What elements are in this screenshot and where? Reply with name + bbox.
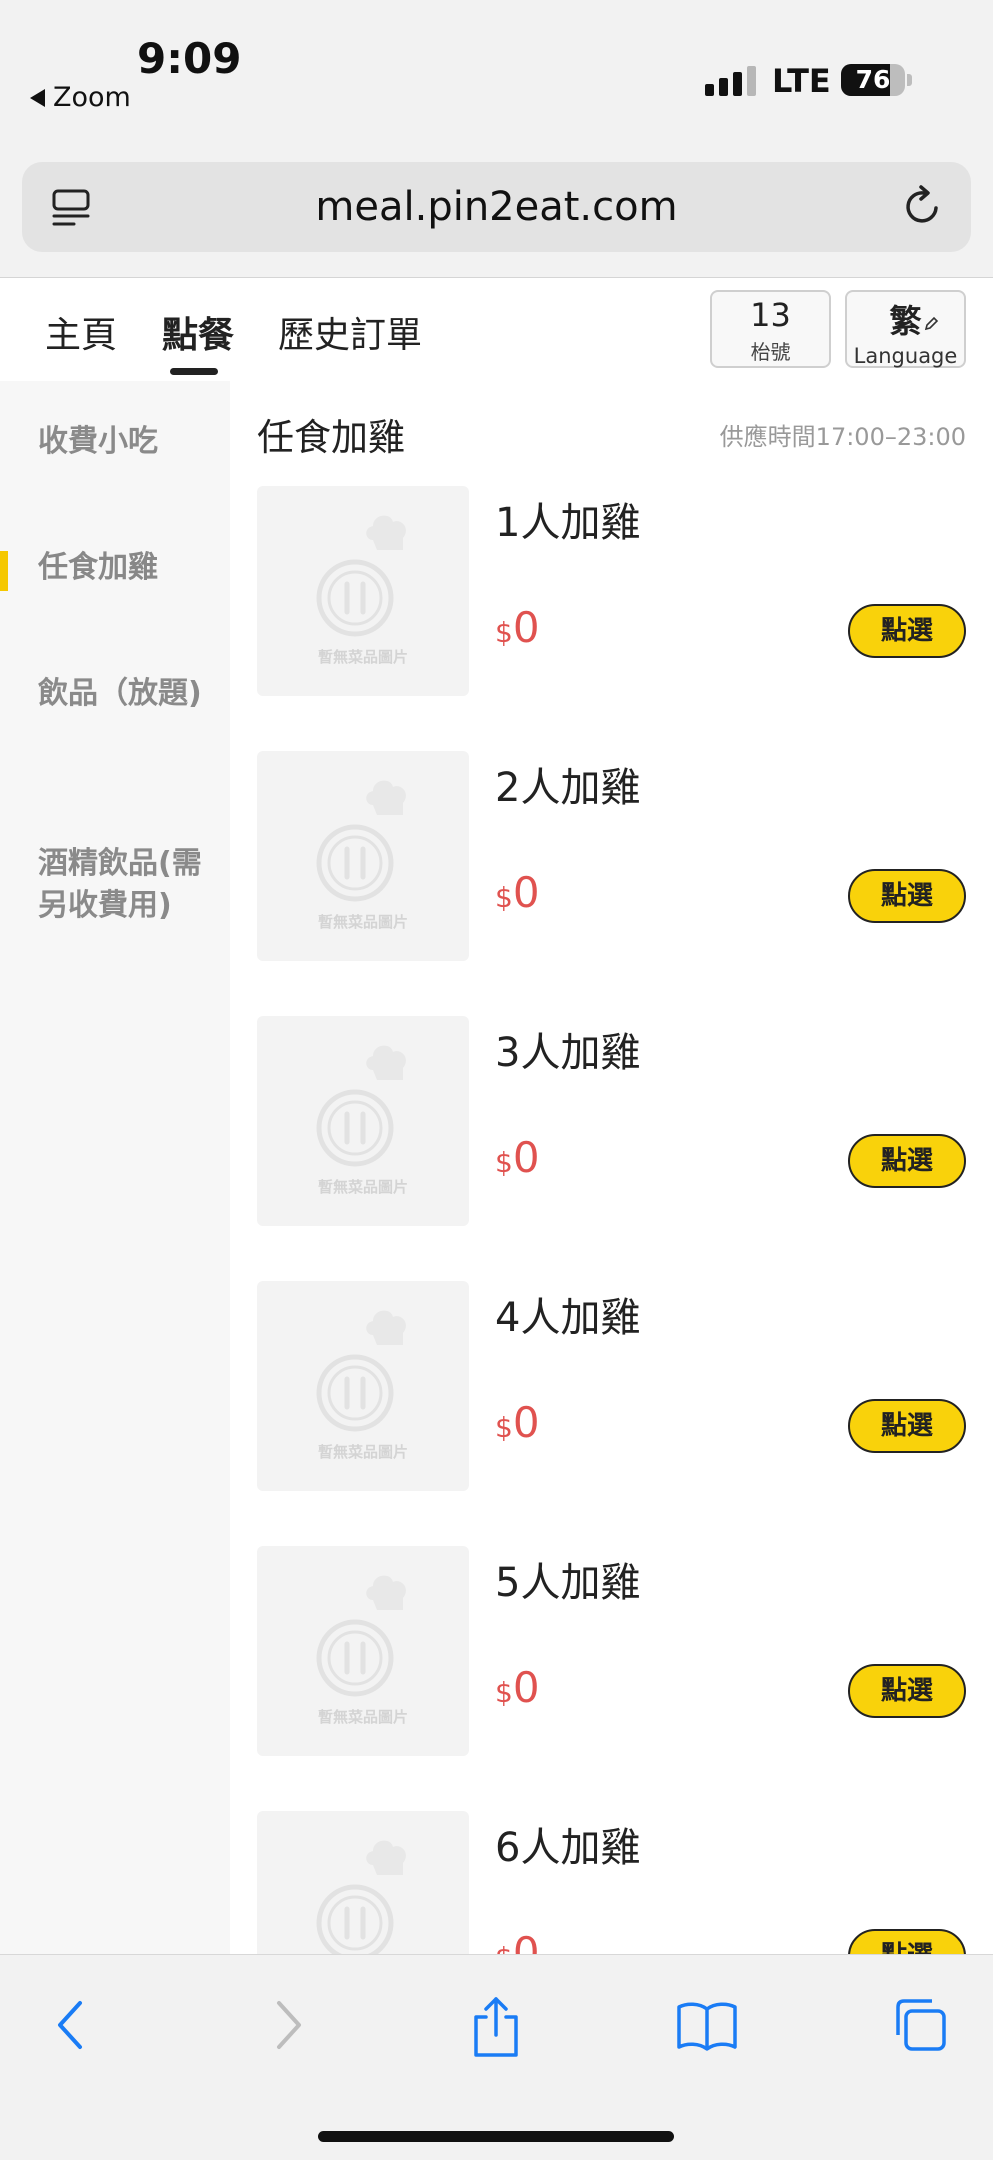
dish-image-placeholder: 暫無菜品圖片: [257, 486, 469, 696]
bookmarks-icon[interactable]: [675, 1995, 739, 2059]
menu-item: 暫無菜品圖片 6人加雞 $0 點選: [230, 1811, 993, 1954]
item-name: 1人加雞: [495, 500, 641, 546]
select-button[interactable]: 點選: [848, 869, 966, 923]
back-app-label: Zoom: [53, 82, 131, 113]
no-image-text: 暫無菜品圖片: [317, 1443, 408, 1461]
dish-image-placeholder: 暫無菜品圖片: [257, 1546, 469, 1756]
dish-image-placeholder: 暫無菜品圖片: [257, 1016, 469, 1226]
share-icon[interactable]: [468, 1995, 524, 2063]
reload-icon[interactable]: [900, 184, 944, 232]
address-bar[interactable]: meal.pin2eat.com: [22, 162, 971, 252]
menu-item: 暫無菜品圖片 2人加雞 $0 點選: [230, 751, 993, 1016]
select-button[interactable]: 點選: [848, 1929, 966, 1954]
category-item[interactable]: 收費小吃: [38, 421, 218, 463]
item-price: $0: [495, 1133, 540, 1182]
category-item[interactable]: 酒精飲品(需另收費用): [38, 843, 218, 927]
select-button[interactable]: 點選: [848, 1664, 966, 1718]
currency-symbol: $: [495, 1411, 513, 1444]
menu-list-panel: 任食加雞 供應時間17:00–23:00 暫無菜品圖片 1人加雞 $0 點選 暫無菜品圖…: [230, 381, 993, 1954]
item-name: 5人加雞: [495, 1560, 641, 1606]
status-bar: 9:09 Zoom LTE 76: [0, 0, 993, 150]
price-amount: 0: [512, 1398, 540, 1447]
chef-hat-plate-icon: [315, 500, 411, 644]
no-image-text: 暫無菜品圖片: [317, 1708, 408, 1726]
table-label: 枱號: [750, 340, 791, 364]
tab-order[interactable]: 點餐: [162, 306, 234, 358]
menu-item: 暫無菜品圖片 4人加雞 $0 點選: [230, 1281, 993, 1546]
currency-symbol: $: [495, 1676, 513, 1709]
status-time: 9:09: [137, 34, 242, 83]
item-price: $0: [495, 1928, 540, 1954]
item-name: 3人加雞: [495, 1030, 641, 1076]
currency-symbol: $: [495, 1941, 513, 1954]
battery-level: 76: [855, 65, 891, 94]
serving-hours: 供應時間17:00–23:00: [719, 423, 966, 451]
tabs-icon[interactable]: [890, 1995, 950, 2059]
category-sidebar: 收費小吃 任食加雞 飲品（放題) 酒精飲品(需另收費用): [0, 381, 230, 1954]
table-number-box: 13 枱號: [710, 290, 831, 368]
item-price: $0: [495, 868, 540, 917]
dish-image-placeholder: 暫無菜品圖片: [257, 1811, 469, 1954]
table-number: 13: [750, 296, 791, 334]
app-header: 主頁 點餐 歷史訂單 13 枱號 繁 Language: [0, 277, 993, 381]
browser-toolbar: [0, 1954, 993, 2160]
battery-icon: 76: [841, 64, 905, 96]
item-name: 4人加雞: [495, 1295, 641, 1341]
battery-tip: [907, 74, 912, 86]
price-amount: 0: [512, 1133, 540, 1182]
dish-image-placeholder: 暫無菜品圖片: [257, 751, 469, 961]
back-triangle-icon: [30, 88, 45, 107]
url-text[interactable]: meal.pin2eat.com: [22, 184, 971, 230]
chef-hat-plate-icon: [315, 1825, 411, 1954]
network-type: LTE: [772, 62, 831, 100]
item-price: $0: [495, 603, 540, 652]
language-label: Language: [853, 344, 958, 368]
tab-order-history[interactable]: 歷史訂單: [278, 306, 422, 358]
language-button[interactable]: 繁 Language: [845, 290, 966, 368]
category-item[interactable]: 飲品（放題): [38, 673, 218, 715]
chevron-left-icon[interactable]: [50, 1995, 94, 2059]
currency-symbol: $: [495, 1146, 513, 1179]
category-item-active[interactable]: 任食加雞: [38, 547, 218, 589]
section-title: 任食加雞: [257, 416, 405, 459]
item-name: 6人加雞: [495, 1825, 641, 1871]
item-name: 2人加雞: [495, 765, 641, 811]
dish-image-placeholder: 暫無菜品圖片: [257, 1281, 469, 1491]
active-category-marker: [0, 551, 8, 591]
chef-hat-plate-icon: [315, 1560, 411, 1704]
price-amount: 0: [512, 603, 540, 652]
chevron-right-icon[interactable]: [265, 1995, 309, 2059]
menu-items: 暫無菜品圖片 1人加雞 $0 點選 暫無菜品圖片 2人加雞 $0 點選 暫無菜品圖片 3人加雞 $0…: [230, 486, 993, 1954]
language-current: 繁: [889, 302, 922, 340]
menu-item: 暫無菜品圖片 1人加雞 $0 點選: [230, 486, 993, 751]
item-price: $0: [495, 1398, 540, 1447]
currency-symbol: $: [495, 881, 513, 914]
price-amount: 0: [512, 1663, 540, 1712]
pencil-icon: [923, 316, 939, 336]
cellular-signal-icon: [705, 66, 756, 96]
select-button[interactable]: 點選: [848, 1399, 966, 1453]
menu-item: 暫無菜品圖片 3人加雞 $0 點選: [230, 1016, 993, 1281]
price-amount: 0: [512, 868, 540, 917]
chef-hat-plate-icon: [315, 765, 411, 909]
select-button[interactable]: 點選: [848, 1134, 966, 1188]
active-tab-indicator: [170, 368, 218, 375]
select-button[interactable]: 點選: [848, 604, 966, 658]
item-price: $0: [495, 1663, 540, 1712]
no-image-text: 暫無菜品圖片: [317, 648, 408, 666]
home-indicator: [318, 2131, 674, 2142]
back-to-app-link[interactable]: Zoom: [30, 82, 131, 113]
no-image-text: 暫無菜品圖片: [317, 1178, 408, 1196]
chef-hat-plate-icon: [315, 1030, 411, 1174]
no-image-text: 暫無菜品圖片: [317, 913, 408, 931]
currency-symbol: $: [495, 616, 513, 649]
chef-hat-plate-icon: [315, 1295, 411, 1439]
menu-item: 暫無菜品圖片 5人加雞 $0 點選: [230, 1546, 993, 1811]
price-amount: 0: [512, 1928, 540, 1954]
tab-home[interactable]: 主頁: [45, 306, 117, 358]
